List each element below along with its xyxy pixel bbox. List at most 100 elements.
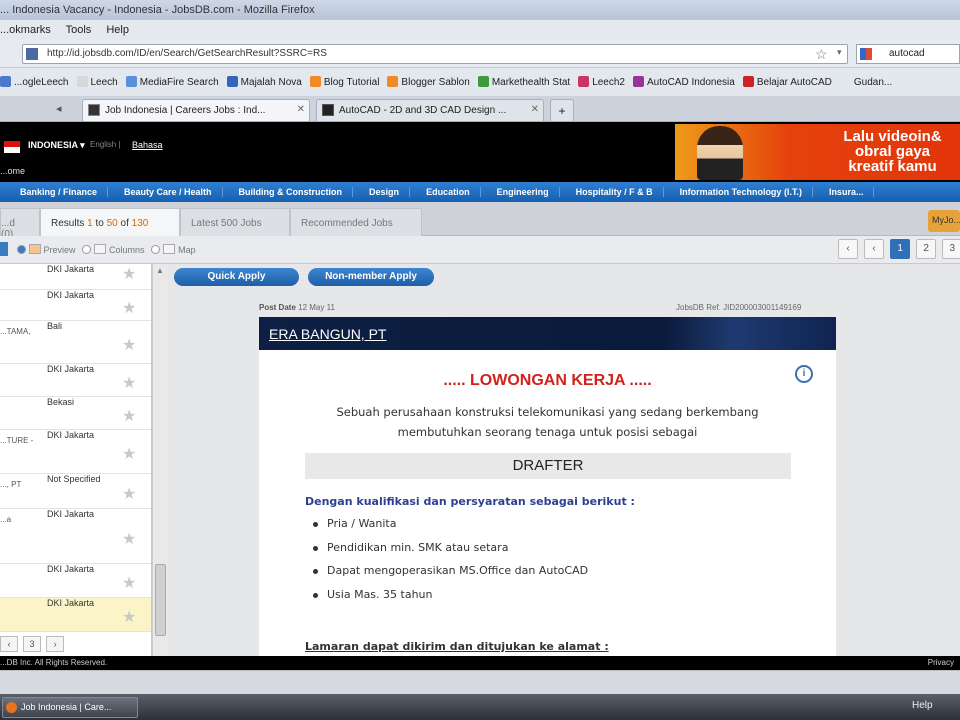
job-list-row[interactable]: DKI Jakarta ★ <box>0 564 151 598</box>
country-selector[interactable]: INDONESIA ▾ <box>28 140 85 151</box>
save-star-icon[interactable]: ★ <box>122 484 136 504</box>
privacy-link[interactable]: Privacy <box>928 658 954 667</box>
columns-radio[interactable] <box>82 245 92 254</box>
post-date-label: Post Date <box>259 303 296 312</box>
category-link[interactable]: Hospitality / F & B <box>560 187 664 197</box>
bookmark-item[interactable]: MediaFire Search <box>125 76 219 88</box>
pager-first-button[interactable]: ‹ <box>838 239 858 259</box>
pager-page-2[interactable]: 2 <box>916 239 937 259</box>
bookmark-icon <box>839 76 851 87</box>
menu-help[interactable]: Help <box>106 24 129 36</box>
new-tab-button[interactable]: + <box>550 99 574 121</box>
bookmark-item[interactable]: Gudan... <box>839 76 892 88</box>
scrollbar-thumb[interactable] <box>155 564 166 636</box>
job-list-row[interactable]: DKI Jakarta ★ <box>0 364 151 397</box>
preview-radio[interactable] <box>16 245 26 254</box>
pager-page-3[interactable]: 3 <box>942 239 960 259</box>
results-of-word: of <box>120 218 129 229</box>
results-total: 130 <box>131 218 149 229</box>
url-dropdown-icon[interactable]: ▾ <box>837 47 842 58</box>
pager-page-1[interactable]: 1 <box>890 239 911 259</box>
job-list-row[interactable]: Bekasi ★ <box>0 397 151 430</box>
tab-latest-jobs[interactable]: Latest 500 Jobs <box>180 208 290 236</box>
bookmark-item[interactable]: Leech2 <box>578 76 625 88</box>
results-scrollbar[interactable]: ▲ <box>152 264 168 656</box>
tab-results[interactable]: Results 1 to 50 of 130 <box>40 208 180 236</box>
job-list-row[interactable]: ...TURE - DKI Jakarta ★ <box>0 430 151 474</box>
bookmark-item[interactable]: Majalah Nova <box>226 76 302 88</box>
site-favicon-icon <box>26 48 38 60</box>
category-link[interactable]: Information Technology (I.T.) <box>664 187 813 197</box>
pager-prev-button[interactable]: ‹ <box>864 239 885 259</box>
google-icon[interactable] <box>860 48 872 60</box>
scroll-up-icon[interactable]: ▲ <box>156 266 164 275</box>
language-bahasa-link[interactable]: Bahasa <box>132 140 163 150</box>
bookmark-item[interactable]: ...ogleLeech <box>0 76 69 88</box>
save-star-icon[interactable]: ★ <box>122 373 136 393</box>
bookmark-item[interactable]: Leech <box>76 76 118 88</box>
bookmark-item[interactable]: AutoCAD Indonesia <box>633 76 735 88</box>
banner-ad[interactable]: Lalu videoin& obral gaya kreatif kamu <box>675 124 960 180</box>
tab-scroll-left-icon[interactable]: ◂ <box>56 102 72 124</box>
job-location: DKI Jakarta <box>47 364 95 374</box>
save-star-icon[interactable]: ★ <box>122 607 136 627</box>
taskbar-firefox-button[interactable]: Job Indonesia | Care... <box>2 697 138 718</box>
search-engine-box[interactable]: autocad <box>856 44 960 64</box>
language-english[interactable]: English | <box>90 140 121 149</box>
qualifications-list: Pria / Wanita Pendidikan min. SMK atau s… <box>313 517 588 611</box>
tab-saved-jobs[interactable]: ...d (0) <box>0 208 40 240</box>
apply-address-heading: Lamaran dapat dikirim dan ditujukan ke a… <box>305 640 609 653</box>
save-star-icon[interactable]: ★ <box>122 298 136 318</box>
bookmark-icon <box>309 76 321 87</box>
taskbar-help[interactable]: Help <box>912 700 933 711</box>
tab-job-indonesia[interactable]: Job Indonesia | Careers Jobs : Ind... ✕ <box>82 99 310 121</box>
category-link[interactable]: Building & Construction <box>223 187 354 197</box>
save-star-icon[interactable]: ★ <box>122 406 136 426</box>
category-link[interactable]: Design <box>353 187 411 197</box>
save-star-icon[interactable]: ★ <box>122 529 136 549</box>
bookmark-item[interactable]: Markethealth Stat <box>477 76 570 88</box>
job-list-row[interactable]: ...a DKI Jakarta ★ <box>0 509 151 564</box>
myjobs-button[interactable]: MyJo... <box>928 210 960 232</box>
close-tab-icon[interactable]: ✕ <box>531 104 539 115</box>
bookmark-label: Belajar AutoCAD <box>756 77 832 88</box>
quick-apply-button[interactable]: Quick Apply <box>174 268 299 286</box>
list-pager-prev[interactable]: ‹ <box>0 636 18 652</box>
job-title-fragment: ...TAMA, <box>0 327 31 336</box>
tab-recommended-jobs[interactable]: Recommended Jobs <box>290 208 422 236</box>
menu-tools[interactable]: Tools <box>66 24 92 36</box>
save-star-icon[interactable]: ★ <box>122 444 136 464</box>
bookmark-star-icon[interactable]: ☆ <box>815 46 828 63</box>
map-radio[interactable] <box>151 245 161 254</box>
category-link[interactable]: Engineering <box>481 187 560 197</box>
close-tab-icon[interactable]: ✕ <box>297 104 305 115</box>
tab-autocad[interactable]: AutoCAD - 2D and 3D CAD Design ... ✕ <box>316 99 544 121</box>
autocad-favicon-icon <box>322 104 334 116</box>
bookmark-item[interactable]: Blog Tutorial <box>309 76 379 88</box>
url-bar[interactable]: http://id.jobsdb.com/ID/en/Search/GetSea… <box>22 44 848 64</box>
browser-status-bar <box>0 670 960 694</box>
company-name[interactable]: ERA BANGUN, PT <box>269 326 386 342</box>
category-nav: Banking / Finance Beauty Care / Health Bui… <box>0 182 960 202</box>
list-view-icon[interactable] <box>0 242 8 256</box>
save-star-icon[interactable]: ★ <box>122 264 136 284</box>
category-link[interactable]: Beauty Care / Health <box>108 187 223 197</box>
home-link[interactable]: ...ome <box>0 166 25 176</box>
save-star-icon[interactable]: ★ <box>122 573 136 593</box>
category-link[interactable]: Education <box>410 187 481 197</box>
category-link[interactable]: Banking / Finance <box>4 187 109 197</box>
job-list-row[interactable]: DKI Jakarta ★ <box>0 264 151 290</box>
job-list-row[interactable]: ...TAMA, Bali ★ <box>0 321 151 364</box>
bookmark-item[interactable]: Blogger Sablon <box>387 76 470 88</box>
list-pager-page-3[interactable]: 3 <box>23 636 42 652</box>
list-pager-next[interactable]: › <box>46 636 65 652</box>
job-list-row[interactable]: DKI Jakarta ★ <box>0 598 151 632</box>
menu-bookmarks[interactable]: ...okmarks <box>0 24 51 36</box>
save-star-icon[interactable]: ★ <box>122 335 136 355</box>
bookmark-item[interactable]: Belajar AutoCAD <box>742 76 832 88</box>
view-options: Preview Columns Map <box>0 242 196 256</box>
category-link[interactable]: Insura... <box>813 187 875 197</box>
job-list-row[interactable]: DKI Jakarta ★ <box>0 290 151 321</box>
job-list-row[interactable]: ..., PT Not Specified ★ <box>0 474 151 509</box>
nonmember-apply-button[interactable]: Non-member Apply <box>308 268 434 286</box>
